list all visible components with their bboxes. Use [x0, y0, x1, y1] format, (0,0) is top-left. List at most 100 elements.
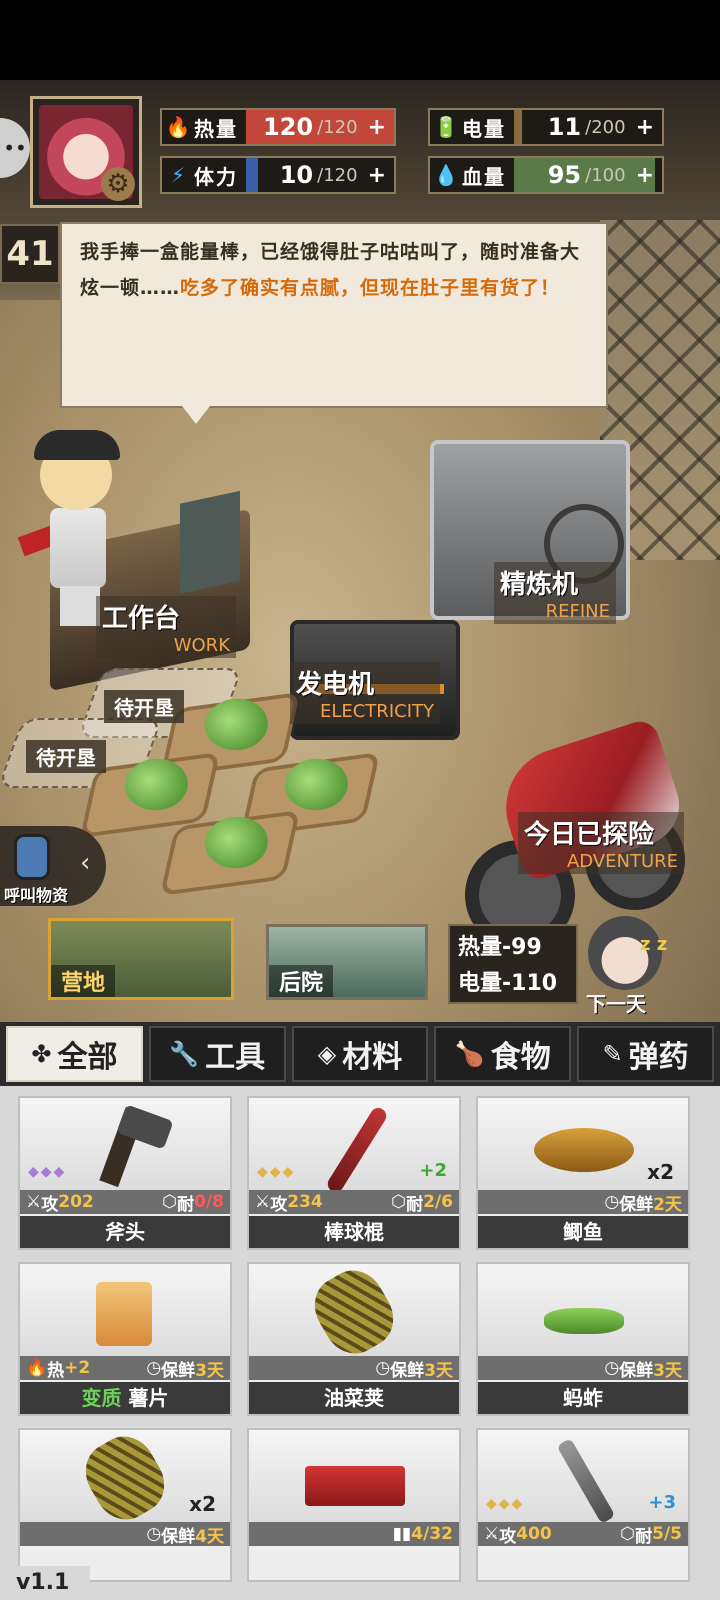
- ammo-box-icon: [305, 1466, 405, 1506]
- grasshopper-icon: [544, 1308, 624, 1334]
- flame-icon: 🔥: [26, 1358, 48, 1378]
- station-electricity[interactable]: 发电机 ELECTRICITY: [290, 662, 440, 724]
- clock-icon: ◷: [604, 1358, 620, 1378]
- player-avatar[interactable]: ⚙: [30, 96, 142, 208]
- location-camp-tab[interactable]: 营地: [48, 918, 234, 1000]
- location-camp-label: 营地: [51, 965, 116, 997]
- chips-icon: [96, 1282, 152, 1346]
- attack-value: 400: [516, 1524, 552, 1544]
- item-card-axe[interactable]: ◆◆◆ ⚔ 攻 202 ⬡ 耐 0/8 斧头: [18, 1096, 232, 1250]
- drumstick-icon: 🍗: [454, 1040, 485, 1068]
- cost-power: 电量-110: [458, 971, 558, 996]
- item-card-grasshopper[interactable]: ◷ 保鲜 3天 蚂蚱: [476, 1262, 690, 1416]
- chevron-left-icon[interactable]: ‹: [80, 848, 90, 878]
- item-name: 棒球棍: [249, 1216, 459, 1248]
- item-card-wrench[interactable]: ◆◆◆ +3 ⚔ 攻 400 ⬡ 耐 5/5: [476, 1428, 690, 1582]
- location-backyard-tab[interactable]: 后院: [266, 924, 428, 1000]
- stat-label: 攻: [41, 1194, 59, 1215]
- durability-icon: ⬡: [162, 1192, 178, 1212]
- freshness-value: 2天: [653, 1194, 682, 1215]
- item-quantity: x2: [647, 1160, 674, 1184]
- stat-label: 保鲜: [161, 1360, 196, 1381]
- top-black-bar: [0, 0, 720, 80]
- farm-pending-label: 待开垦: [26, 740, 106, 773]
- next-day-button[interactable]: z z 下一天: [578, 916, 674, 1016]
- power-add-button[interactable]: +: [636, 115, 654, 140]
- category-tabs: ✤ 全部 🔧 工具 ◈ 材料 🍗 食物 ✎ 弹药: [0, 1022, 720, 1086]
- clover-icon: ✤: [31, 1040, 52, 1068]
- item-card-rapeseed[interactable]: ◷ 保鲜 3天 油菜荚: [247, 1259, 461, 1416]
- durability-value: 0/8: [194, 1192, 224, 1212]
- health-value: 95: [547, 161, 582, 189]
- material-icon: ◈: [317, 1040, 337, 1068]
- item-card-fish[interactable]: x2 ◷ 保鲜 2天 鲫鱼: [476, 1096, 690, 1250]
- freshness-value: 4天: [195, 1526, 224, 1547]
- tab-ammo[interactable]: ✎ 弹药: [577, 1026, 714, 1082]
- day-counter: 41: [0, 224, 60, 284]
- health-add-button[interactable]: +: [636, 163, 654, 188]
- stat-label: 耐: [406, 1194, 424, 1215]
- clock-icon: ◷: [375, 1358, 391, 1378]
- tab-materials[interactable]: ◈ 材料: [291, 1026, 429, 1082]
- rapeseed-icon: [74, 1425, 176, 1531]
- call-supplies-button[interactable]: ‹ 呼叫物资: [0, 826, 106, 906]
- clock-icon: ◷: [604, 1192, 620, 1212]
- power-label: 电量: [462, 116, 506, 141]
- tab-all[interactable]: ✤ 全部: [6, 1026, 143, 1082]
- stamina-label: 体力: [194, 164, 238, 189]
- clock-icon: ◷: [146, 1358, 162, 1378]
- bullet-icon: ✎: [602, 1040, 623, 1068]
- stat-label: 保鲜: [619, 1194, 654, 1215]
- item-name-text: 薯片: [128, 1386, 169, 1410]
- item-name: 变质 薯片: [20, 1382, 230, 1414]
- stamina-value: 10: [279, 161, 314, 189]
- bullet-icon: ▮▮: [392, 1524, 412, 1544]
- station-refine[interactable]: 精炼机 REFINE: [494, 562, 616, 624]
- item-card-rapeseed-2[interactable]: x2 ◷ 保鲜 4天: [18, 1425, 232, 1582]
- next-day-label: 下一天: [586, 992, 646, 1016]
- station-refine-cn: 精炼机: [500, 570, 579, 600]
- item-card-ammo[interactable]: ▮▮ 4/32: [247, 1428, 461, 1582]
- rarity-gems: ◆◆◆: [486, 1496, 525, 1512]
- stat-label: 耐: [635, 1526, 653, 1547]
- station-refine-en: REFINE: [545, 601, 610, 622]
- station-adventure-en: ADVENTURE: [566, 851, 678, 872]
- stamina-stat: ⚡ 体力 10 /120 +: [160, 156, 396, 194]
- stamina-add-button[interactable]: +: [368, 163, 386, 188]
- tab-tools[interactable]: 🔧 工具: [148, 1026, 286, 1082]
- item-name: 蚂蚱: [478, 1382, 688, 1414]
- crossed-swords-icon: ⚔: [26, 1192, 42, 1212]
- ammo-count: 4/32: [411, 1524, 453, 1544]
- bat-icon: [324, 1105, 390, 1195]
- upgrade-level: +3: [648, 1492, 676, 1513]
- durability-value: 5/5: [652, 1524, 682, 1544]
- stat-label: 保鲜: [390, 1360, 425, 1381]
- station-adventure[interactable]: 今日已探险 ADVENTURE: [518, 812, 684, 874]
- farm-pending-label: 待开垦: [104, 690, 184, 723]
- health-label: 血量: [462, 164, 506, 189]
- station-work-cn: 工作台: [102, 604, 181, 634]
- item-name: 油菜荚: [249, 1382, 459, 1414]
- item-card-chips[interactable]: 🔥 热 +2 ◷ 保鲜 3天 变质 薯片: [18, 1262, 232, 1416]
- flame-icon: 🔥: [165, 115, 191, 139]
- heat-add-button[interactable]: +: [368, 115, 386, 140]
- crossed-swords-icon: ⚔: [484, 1524, 500, 1544]
- gear-icon[interactable]: ⚙: [101, 167, 135, 201]
- stamina-max: /120: [317, 164, 358, 186]
- clock-icon: ◷: [146, 1524, 162, 1544]
- station-work[interactable]: 工作台 WORK: [96, 596, 236, 658]
- battery-icon: 🔋: [433, 115, 459, 139]
- item-card-bat[interactable]: ◆◆◆ +2 ⚔ 攻 234 ⬡ 耐 2/6 棒球棍: [247, 1096, 461, 1250]
- heat-stat: 🔥 热量 120 /120 +: [160, 108, 396, 146]
- station-adventure-cn: 今日已探险: [524, 820, 655, 850]
- tab-food-label: 食物: [490, 1040, 551, 1075]
- heat-max: /120: [317, 116, 358, 138]
- station-electricity-en: ELECTRICITY: [319, 701, 434, 722]
- fish-icon: [534, 1128, 634, 1172]
- power-max: /200: [585, 116, 626, 138]
- crossed-swords-icon: ⚔: [255, 1192, 271, 1212]
- tab-food[interactable]: 🍗 食物: [434, 1026, 572, 1082]
- station-work-en: WORK: [173, 635, 230, 656]
- item-quantity: x2: [189, 1492, 216, 1516]
- stat-label: 攻: [499, 1526, 517, 1547]
